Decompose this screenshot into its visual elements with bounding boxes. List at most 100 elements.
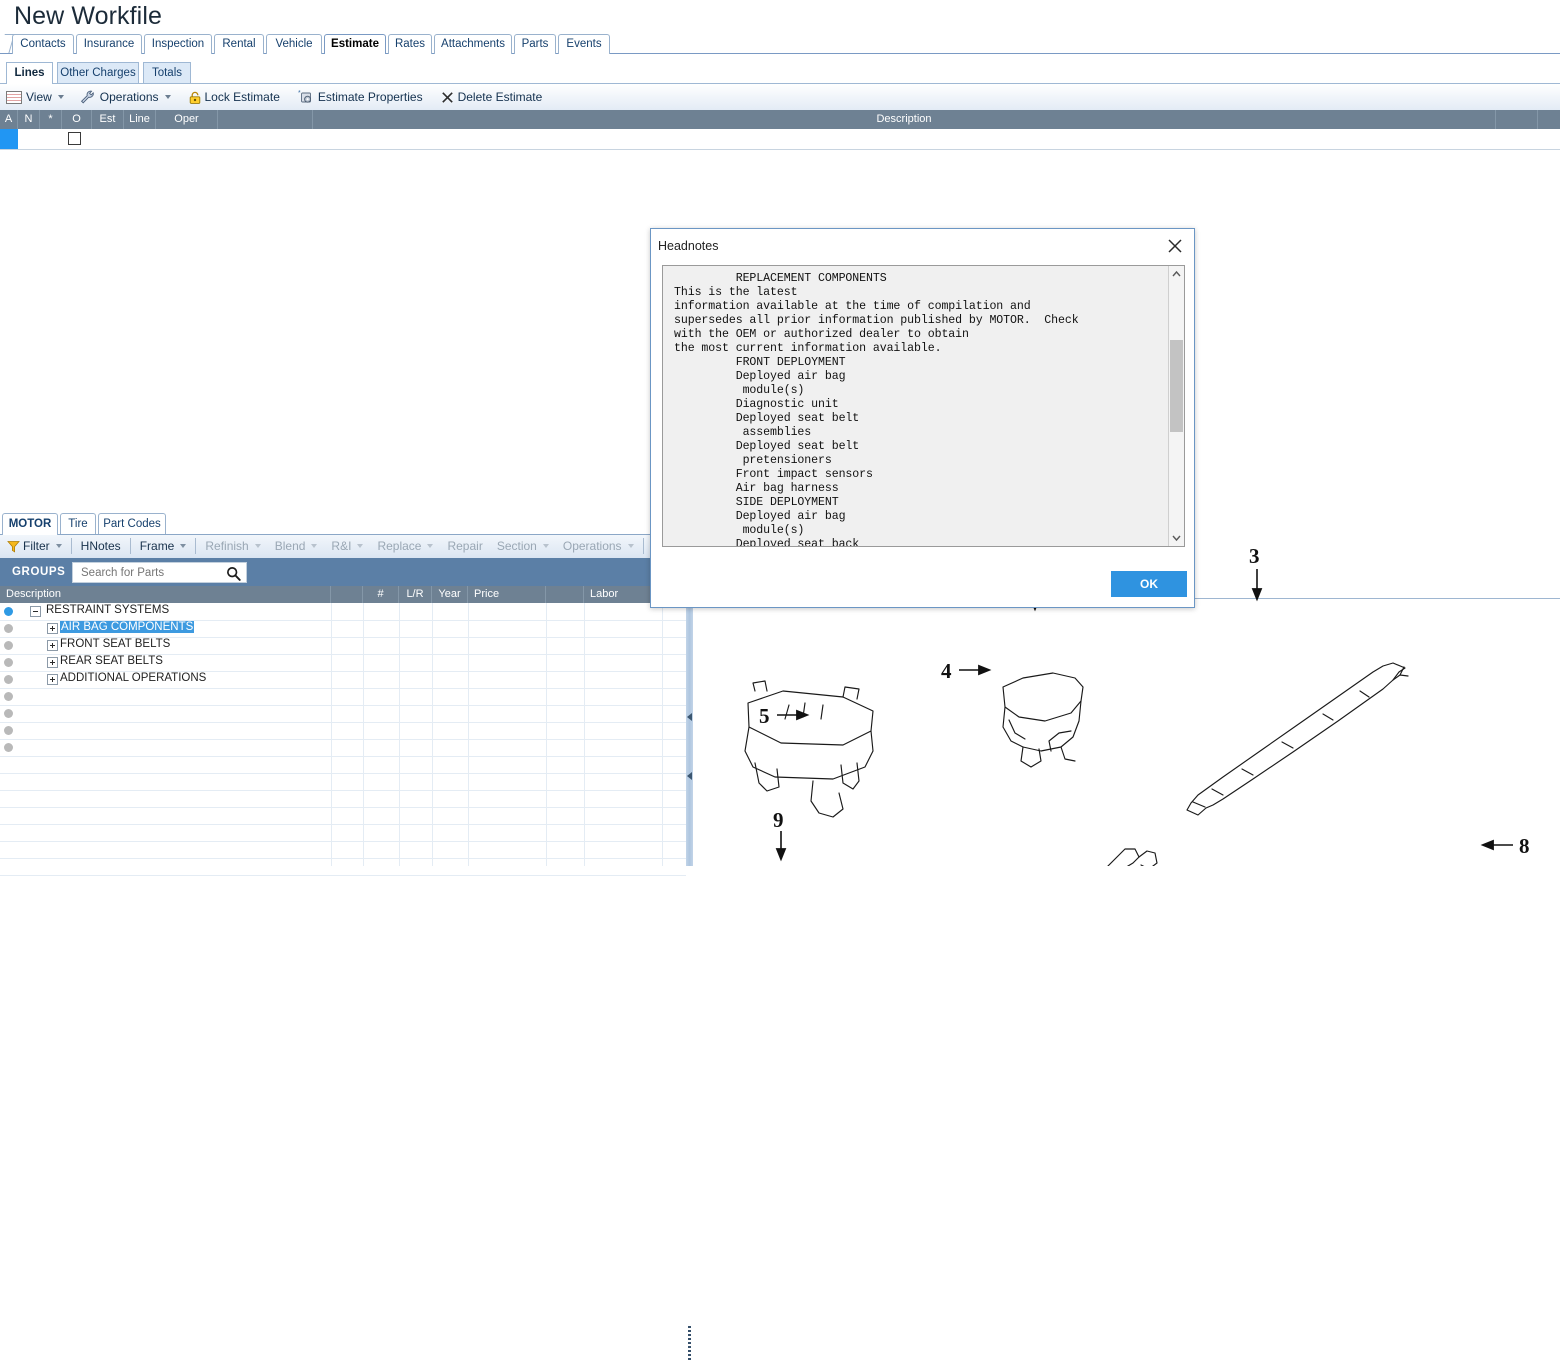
toolbar-view-button[interactable]: View	[2, 87, 72, 107]
parts-tree-label[interactable]: REAR SEAT BELTS	[60, 655, 163, 667]
main-tab-events[interactable]: Events	[558, 34, 610, 54]
catalog-blend-button: Blend	[268, 535, 325, 557]
chevron-down-icon[interactable]	[55, 544, 62, 548]
expand-icon[interactable]	[47, 623, 58, 634]
parts-tree-label[interactable]: AIR BAG COMPONENTS	[60, 621, 195, 633]
catalog-hnotes-button[interactable]: HNotes	[74, 535, 128, 557]
catalog-refinish-button: Refinish	[198, 535, 267, 557]
lines-column-header[interactable]: O	[62, 110, 92, 129]
parts-tree-row[interactable]: REAR SEAT BELTS	[0, 654, 686, 672]
catalog-toolbar-label: Filter	[23, 539, 50, 553]
headnotes-scrollbar[interactable]	[1168, 266, 1184, 546]
headnotes-text-area[interactable]: REPLACEMENT COMPONENTS This is the lates…	[662, 265, 1185, 547]
toolbar-operations-button[interactable]: Operations	[76, 87, 179, 107]
lines-column-header[interactable]: Line	[124, 110, 156, 129]
parts-column-header[interactable]: L/R	[399, 586, 432, 603]
lines-column-header[interactable]: *	[40, 110, 62, 129]
parts-column-header[interactable]: #	[363, 586, 399, 603]
filter-funnel-icon	[7, 540, 20, 553]
toolbar-estimate-properties-button[interactable]: * Estimate Properties	[294, 87, 429, 107]
parts-tree-row[interactable]: FRONT SEAT BELTS	[0, 637, 686, 655]
search-input[interactable]	[81, 563, 211, 584]
lines-column-header[interactable]: Oper	[156, 110, 218, 129]
expand-icon[interactable]	[47, 657, 58, 668]
main-tab-parts[interactable]: Parts	[514, 34, 556, 54]
parts-column-header[interactable]	[546, 586, 584, 603]
parts-column-header[interactable]: Year	[432, 586, 468, 603]
expand-icon[interactable]	[47, 640, 58, 651]
parts-diagram[interactable]	[693, 603, 1560, 866]
parts-tree-row[interactable]: AIR BAG COMPONENTS	[0, 620, 686, 638]
parts-column-header[interactable]: Price	[468, 586, 546, 603]
estimate-toolbar: View Operations Lock Estimate * Estimate Pro…	[0, 86, 1560, 108]
parts-tree-row-empty	[0, 722, 686, 740]
collapse-icon[interactable]	[30, 606, 41, 617]
catalog-tab-tire[interactable]: Tire	[60, 513, 96, 535]
catalog-filter-button[interactable]: Filter	[0, 535, 69, 557]
parts-tree-row[interactable]: ADDITIONAL OPERATIONS	[0, 671, 686, 689]
ok-button[interactable]: OK	[1111, 571, 1187, 597]
main-tab-insurance[interactable]: Insurance	[76, 34, 142, 54]
row-status-bullet	[4, 743, 13, 752]
row-selection-marker	[0, 129, 18, 149]
main-tab-estimate[interactable]: Estimate	[324, 34, 386, 54]
toolbar-lock-estimate-button[interactable]: Lock Estimate	[185, 87, 286, 107]
close-icon[interactable]	[1164, 235, 1186, 257]
parts-tree-label[interactable]: RESTRAINT SYSTEMS	[46, 604, 169, 616]
lines-grid-row[interactable]	[0, 129, 1560, 150]
parts-tree-label[interactable]: FRONT SEAT BELTS	[60, 638, 170, 650]
catalog-tab-part-codes[interactable]: Part Codes	[98, 513, 166, 535]
lines-grid-header: AN*OEstLineOperDescriptionQ	[0, 110, 1560, 129]
sub-tab-other-charges[interactable]: Other Charges	[57, 62, 139, 84]
parts-tree-row-empty	[0, 858, 686, 876]
main-tab-rates[interactable]: Rates	[388, 34, 432, 54]
splitter-collapse-arrow-down[interactable]	[687, 772, 692, 780]
groups-label: GROUPS	[12, 566, 66, 578]
splitter-collapse-arrow-up[interactable]	[687, 713, 692, 721]
toolbar-separator	[642, 538, 644, 554]
parts-tree-row-empty	[0, 773, 686, 791]
chevron-down-icon[interactable]	[164, 95, 171, 99]
main-tab-contacts[interactable]: Contacts	[12, 34, 74, 54]
scroll-up-icon[interactable]	[1169, 266, 1184, 282]
toolbar-delete-estimate-button[interactable]: Delete Estimate	[437, 87, 549, 107]
sub-tab-bar: Lines Other Charges Totals	[0, 62, 1560, 84]
main-tab-inspection[interactable]: Inspection	[144, 34, 212, 54]
lines-column-header[interactable]	[1538, 110, 1560, 129]
parts-column-header[interactable]	[331, 586, 363, 603]
search-icon[interactable]	[226, 566, 241, 581]
parts-tree-row-empty	[0, 841, 686, 859]
sub-tab-totals[interactable]: Totals	[143, 62, 191, 84]
scroll-down-icon[interactable]	[1169, 530, 1184, 546]
row-checkbox[interactable]	[68, 132, 81, 145]
scrollbar-thumb[interactable]	[1170, 340, 1183, 432]
lines-column-header[interactable]: A	[0, 110, 18, 129]
lines-column-header[interactable]	[218, 110, 313, 129]
parts-tree-row[interactable]: RESTRAINT SYSTEMS	[0, 603, 686, 621]
main-tab-rental[interactable]: Rental	[214, 34, 264, 54]
row-status-bullet	[4, 624, 13, 633]
catalog-frame-button[interactable]: Frame	[133, 535, 194, 557]
parts-column-header[interactable]: Description	[0, 586, 331, 603]
close-x-icon	[441, 91, 453, 103]
main-tab-attachments[interactable]: Attachments	[434, 34, 512, 54]
panel-splitter[interactable]	[686, 603, 693, 1360]
lines-column-header[interactable]: Description	[313, 110, 1496, 129]
lines-column-header[interactable]: Est	[92, 110, 124, 129]
chevron-down-icon	[427, 544, 434, 548]
chevron-down-icon	[357, 544, 364, 548]
lines-column-header[interactable]: N	[18, 110, 40, 129]
row-status-bullet	[4, 675, 13, 684]
catalog-tab-motor[interactable]: MOTOR	[2, 513, 58, 535]
parts-tree-row-empty	[0, 688, 686, 706]
expand-icon[interactable]	[47, 674, 58, 685]
parts-tree-label[interactable]: ADDITIONAL OPERATIONS	[60, 672, 206, 684]
main-tab-vehicle[interactable]: Vehicle	[266, 34, 322, 54]
chevron-down-icon[interactable]	[57, 95, 64, 99]
properties-gear-icon: *	[298, 90, 311, 103]
search-box[interactable]	[72, 562, 247, 584]
sub-tab-lines[interactable]: Lines	[6, 62, 53, 84]
chevron-down-icon[interactable]	[180, 544, 187, 548]
lines-column-header[interactable]	[1496, 110, 1538, 129]
row-status-bullet	[4, 709, 13, 718]
